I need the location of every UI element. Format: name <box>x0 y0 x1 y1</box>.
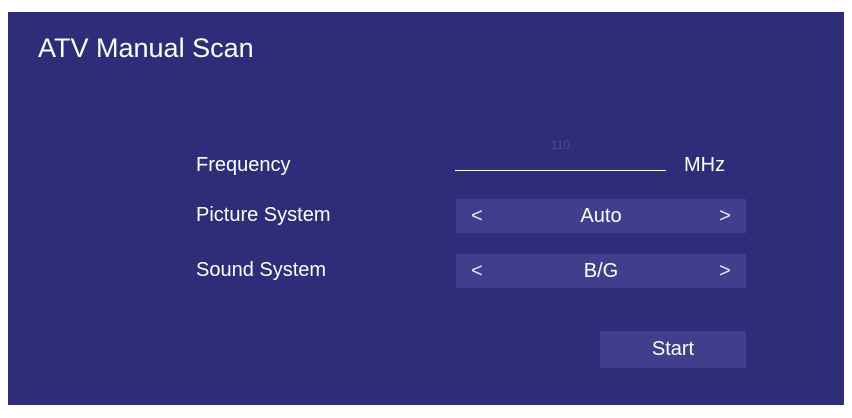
sound-system-value: B/G <box>583 260 619 282</box>
sound-system-label: Sound System <box>196 259 327 281</box>
picture-system-next-chevron-right-icon[interactable]: > <box>710 199 740 233</box>
frequency-value: 110 <box>550 138 571 152</box>
sound-system-selector[interactable]: < B/G > <box>456 254 746 288</box>
sound-system-next-chevron-right-icon[interactable]: > <box>710 254 740 288</box>
start-button[interactable]: Start <box>600 331 746 368</box>
frequency-field[interactable]: 110 MHz <box>455 133 743 176</box>
frequency-label: Frequency <box>196 154 291 176</box>
picture-system-selector[interactable]: < Auto > <box>456 199 746 233</box>
frequency-unit: MHz <box>684 154 726 176</box>
page-title: ATV Manual Scan <box>38 33 254 63</box>
frequency-input[interactable]: 110 <box>455 133 666 171</box>
picture-system-value: Auto <box>580 205 622 227</box>
picture-system-label: Picture System <box>196 204 331 226</box>
atv-manual-scan-screen: ATV Manual Scan Frequency 110 MHz Pictur… <box>8 12 844 405</box>
